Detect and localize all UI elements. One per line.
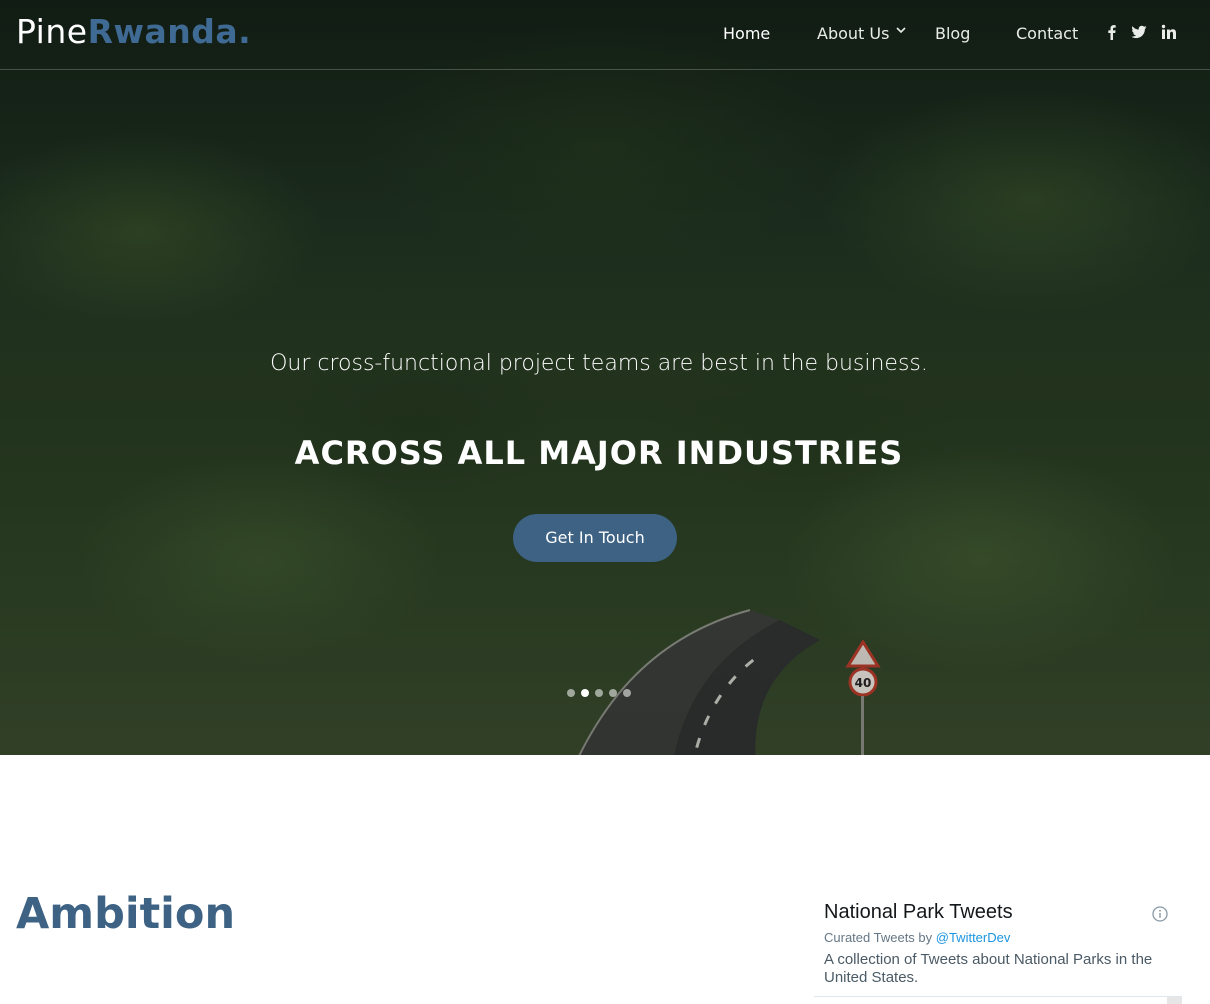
nav-contact[interactable]: Contact bbox=[1016, 22, 1078, 46]
hero-tagline: Our cross-functional project teams are b… bbox=[270, 351, 928, 376]
timeline-divider bbox=[814, 996, 1182, 997]
logo-part-pine: Pine bbox=[16, 12, 88, 51]
twitter-timeline-widget: National Park Tweets Curated Tweets by @… bbox=[814, 896, 1182, 1004]
nav-blog[interactable]: Blog bbox=[935, 22, 970, 46]
section-title: Ambition bbox=[16, 889, 236, 939]
timeline-scrollbar[interactable] bbox=[1167, 997, 1182, 1004]
nav-about-us[interactable]: About Us bbox=[817, 22, 889, 46]
facebook-icon[interactable] bbox=[1104, 24, 1120, 40]
twitter-handle-link[interactable]: @TwitterDev bbox=[936, 930, 1011, 945]
twitter-icon[interactable] bbox=[1131, 24, 1147, 40]
site-header: PineRwanda. Home About Us Blog Contact bbox=[0, 0, 1210, 70]
slide-dot-2[interactable] bbox=[581, 689, 589, 697]
slide-dot-1[interactable] bbox=[567, 689, 575, 697]
curated-by: Curated Tweets by @TwitterDev bbox=[824, 930, 1010, 946]
timeline-title: National Park Tweets bbox=[824, 901, 1013, 923]
hero-slider: 40 Our cross-functional project teams ar… bbox=[0, 0, 1210, 755]
timeline-description: A collection of Tweets about National Pa… bbox=[824, 951, 1153, 986]
slider-pagination bbox=[567, 689, 631, 697]
slide-dot-3[interactable] bbox=[595, 689, 603, 697]
site-logo[interactable]: PineRwanda. bbox=[16, 12, 251, 52]
linkedin-icon[interactable] bbox=[1161, 24, 1177, 40]
slide-dot-5[interactable] bbox=[623, 689, 631, 697]
chevron-down-icon[interactable] bbox=[895, 24, 907, 36]
get-in-touch-button[interactable]: Get In Touch bbox=[513, 514, 677, 562]
info-icon[interactable] bbox=[1152, 906, 1168, 922]
hero-headline: ACROSS ALL MAJOR INDUSTRIES bbox=[294, 434, 904, 472]
nav-home[interactable]: Home bbox=[723, 22, 770, 46]
logo-dot: . bbox=[238, 12, 252, 51]
logo-part-rwanda: Rwanda bbox=[87, 12, 239, 51]
curated-prefix: Curated Tweets by bbox=[824, 930, 936, 945]
slide-dot-4[interactable] bbox=[609, 689, 617, 697]
